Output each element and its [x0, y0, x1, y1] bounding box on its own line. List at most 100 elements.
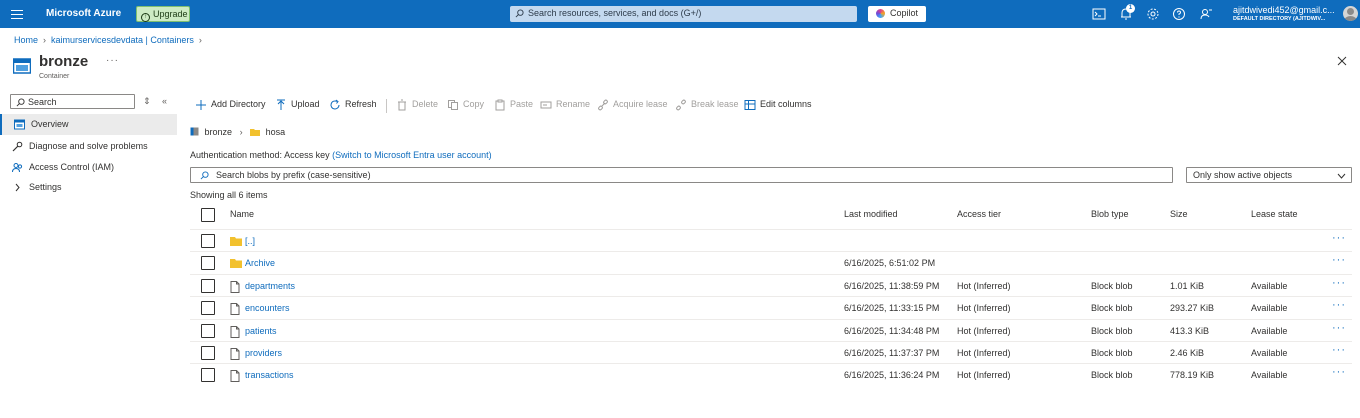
- blob-name-link[interactable]: Archive: [230, 258, 275, 269]
- copy-icon: [448, 100, 458, 110]
- row-checkbox[interactable]: [201, 301, 215, 316]
- path-container[interactable]: bronze: [205, 127, 233, 137]
- file-icon: [230, 348, 240, 360]
- search-icon: [200, 171, 209, 180]
- blob-search-placeholder: Search blobs by prefix (case-sensitive): [216, 170, 371, 180]
- active-objects-dropdown[interactable]: Only show active objects: [1186, 167, 1352, 183]
- arrow-up-icon: ↑: [141, 13, 150, 22]
- avatar[interactable]: [1343, 6, 1358, 21]
- file-icon: [230, 280, 240, 293]
- row-checkbox[interactable]: [201, 346, 215, 360]
- filter-value: Only show active objects: [1193, 170, 1293, 180]
- path-breadcrumb: bronze › hosa: [190, 127, 285, 137]
- cell-last-modified: 6/16/2025, 11:36:24 PM: [844, 370, 940, 381]
- sidebar-item-iam[interactable]: Access Control (IAM): [0, 157, 177, 178]
- breadcrumb-home[interactable]: Home: [14, 35, 38, 45]
- search-icon: [16, 98, 25, 107]
- acquire-lease-button[interactable]: Acquire lease: [597, 99, 668, 111]
- global-search-input[interactable]: Search resources, services, and docs (G+…: [510, 6, 857, 22]
- file-icon: [230, 370, 240, 383]
- sidebar-search-input[interactable]: Search: [10, 94, 135, 109]
- refresh-icon: [330, 99, 340, 110]
- column-size[interactable]: Size: [1170, 209, 1188, 219]
- row-more-button[interactable]: ···: [1332, 277, 1346, 289]
- cloud-shell-icon[interactable]: [1092, 7, 1106, 21]
- broken-link-icon: [676, 99, 686, 111]
- column-blob-type[interactable]: Blob type: [1091, 209, 1129, 219]
- cell-last-modified: 6/16/2025, 11:34:48 PM: [844, 325, 940, 336]
- rename-label: Rename: [556, 99, 591, 109]
- break-lease-button[interactable]: Break lease: [675, 99, 739, 111]
- row-checkbox[interactable]: [201, 368, 215, 383]
- table-row[interactable]: transactions 6/16/2025, 11:36:24 PM Hot (I…: [190, 363, 1352, 386]
- copy-button[interactable]: Copy: [447, 99, 485, 110]
- menu-icon[interactable]: [11, 8, 23, 20]
- collapse-sidebar-icon[interactable]: «: [162, 96, 167, 106]
- row-more-button[interactable]: ···: [1332, 232, 1346, 244]
- row-more-button[interactable]: ···: [1332, 299, 1346, 311]
- sort-icon[interactable]: ⇕: [143, 96, 151, 107]
- blob-name-link[interactable]: providers: [230, 348, 282, 360]
- table-row[interactable]: Archive 6/16/2025, 6:51:02 PM ···: [190, 251, 1352, 274]
- trash-icon: [398, 99, 406, 111]
- table-row[interactable]: providers 6/16/2025, 11:37:37 PM Hot (Infe…: [190, 341, 1352, 364]
- rename-button[interactable]: Rename: [540, 99, 590, 109]
- link-icon: [598, 99, 608, 111]
- row-checkbox[interactable]: [201, 234, 215, 248]
- breadcrumb-containers[interactable]: kaimurservicesdevdata | Containers: [51, 35, 194, 45]
- sidebar-item-diagnose[interactable]: Diagnose and solve problems: [0, 136, 177, 157]
- page-subtitle: Container: [39, 73, 70, 80]
- cell-lease-state: Available: [1251, 325, 1288, 336]
- row-checkbox[interactable]: [201, 323, 215, 338]
- row-checkbox[interactable]: [201, 256, 215, 271]
- table-row[interactable]: patients 6/16/2025, 11:34:48 PM Hot (Infer…: [190, 318, 1352, 342]
- blob-name-link[interactable]: [..]: [230, 236, 255, 246]
- help-icon[interactable]: [1172, 7, 1186, 21]
- sidebar-item-overview[interactable]: Overview: [0, 114, 177, 135]
- paste-button[interactable]: Paste: [494, 99, 533, 111]
- row-more-button[interactable]: ···: [1332, 254, 1346, 266]
- table-row[interactable]: [..] ···: [190, 229, 1352, 252]
- more-options-button[interactable]: ···: [106, 55, 119, 66]
- sidebar-item-label: Settings: [29, 182, 62, 192]
- gear-icon[interactable]: [1146, 7, 1160, 21]
- row-more-button[interactable]: ···: [1332, 344, 1346, 356]
- upgrade-button[interactable]: ↑ Upgrade: [136, 6, 190, 22]
- row-checkbox[interactable]: [201, 278, 215, 293]
- column-access-tier[interactable]: Access tier: [957, 209, 1001, 219]
- delete-button[interactable]: Delete: [396, 99, 438, 111]
- upgrade-label: Upgrade: [153, 9, 188, 19]
- upload-button[interactable]: Upload: [275, 99, 320, 110]
- table-row[interactable]: departments 6/16/2025, 11:38:59 PM Hot (In…: [190, 273, 1352, 297]
- blob-name-link[interactable]: departments: [230, 280, 295, 293]
- notification-badge: 1: [1126, 4, 1135, 13]
- row-more-button[interactable]: ···: [1332, 366, 1346, 378]
- brand-title[interactable]: Microsoft Azure: [46, 8, 121, 19]
- cell-last-modified: 6/16/2025, 11:37:37 PM: [844, 348, 940, 358]
- top-bar: Microsoft Azure ↑ Upgrade Search resource…: [0, 0, 1360, 28]
- blob-search-input[interactable]: Search blobs by prefix (case-sensitive): [190, 167, 1173, 183]
- blob-name-link[interactable]: patients: [230, 325, 277, 338]
- copy-label: Copy: [463, 99, 485, 109]
- select-all-checkbox[interactable]: [201, 208, 215, 222]
- cell-access-tier: Hot (Inferred): [957, 280, 1011, 291]
- column-name[interactable]: Name: [230, 209, 254, 219]
- row-more-button[interactable]: ···: [1332, 322, 1346, 334]
- close-icon[interactable]: [1337, 56, 1347, 66]
- column-lease-state[interactable]: Lease state: [1251, 209, 1298, 219]
- file-icon: [230, 325, 240, 338]
- column-last-modified[interactable]: Last modified: [844, 209, 898, 219]
- sidebar-item-settings[interactable]: Settings: [0, 177, 177, 198]
- blob-name-link[interactable]: encounters: [230, 303, 290, 316]
- blob-name-link[interactable]: transactions: [230, 370, 294, 383]
- refresh-label: Refresh: [345, 99, 377, 109]
- edit-columns-button[interactable]: Edit columns: [744, 99, 812, 110]
- refresh-button[interactable]: Refresh: [329, 99, 377, 110]
- feedback-icon[interactable]: [1199, 7, 1213, 21]
- user-account[interactable]: ajitdwivedi452@gmail.c... DEFAULT DIRECT…: [1233, 5, 1337, 22]
- add-directory-button[interactable]: Add Directory: [195, 99, 266, 110]
- copilot-button[interactable]: Copilot: [868, 6, 926, 22]
- table-row[interactable]: encounters 6/16/2025, 11:33:15 PM Hot (Inf…: [190, 296, 1352, 319]
- path-folder[interactable]: hosa: [266, 127, 286, 137]
- switch-auth-link[interactable]: (Switch to Microsoft Entra user account): [332, 150, 492, 160]
